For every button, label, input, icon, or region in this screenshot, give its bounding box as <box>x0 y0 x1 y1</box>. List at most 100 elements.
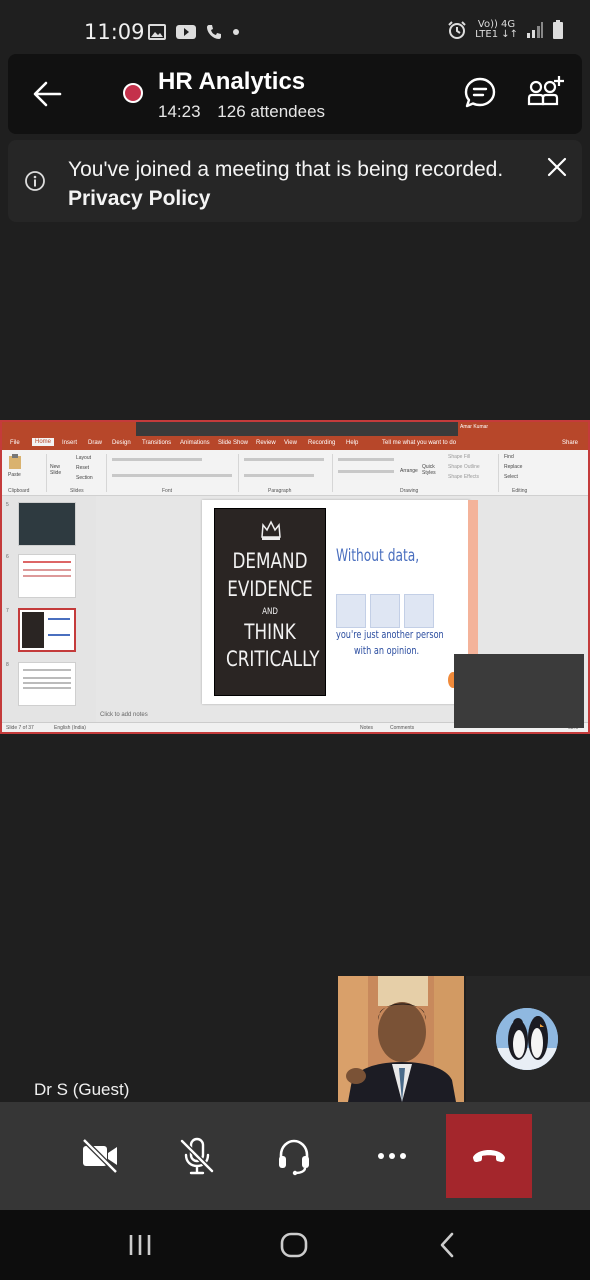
attendee-count: 126 attendees <box>217 102 326 121</box>
ppt-tab-slideshow: Slide Show <box>218 440 249 446</box>
quote-chart-bar <box>370 594 400 628</box>
poster-line-5: CRITICALLY <box>226 647 320 671</box>
ppt-select: Select <box>504 474 518 480</box>
ppt-tab-transitions: Transitions <box>142 440 172 446</box>
status-icons-right: Vo)) 4G LTE1 ↓↑ <box>447 20 564 40</box>
shared-screen[interactable]: Amar Kumar File Home Insert Draw Design … <box>0 420 590 734</box>
thumb-number: 8 <box>6 662 9 668</box>
slide-thumbnail <box>18 554 76 598</box>
meeting-header: HR Analytics 14:23 126 attendees <box>8 54 582 134</box>
banner-message: You've joined a meeting that is being re… <box>68 155 503 213</box>
call-controls <box>0 1102 590 1210</box>
ppt-tab-help: Help <box>346 440 359 446</box>
ppt-tab-draw: Draw <box>88 440 103 446</box>
ppt-section: Section <box>76 475 93 481</box>
back-arrow-icon[interactable] <box>30 76 66 112</box>
network-indicator: Vo)) 4G LTE1 ↓↑ <box>475 20 518 40</box>
ppt-notes-placeholder: Click to add notes <box>100 712 148 718</box>
ppt-tab-review: Review <box>256 440 276 446</box>
meeting-title: HR Analytics <box>158 68 306 95</box>
recent-apps-icon[interactable] <box>125 1230 155 1260</box>
add-participants-icon[interactable] <box>526 74 566 112</box>
participant-video[interactable] <box>338 976 464 1102</box>
ppt-new-slide: New Slide <box>50 464 62 476</box>
hang-up-button[interactable] <box>446 1114 532 1198</box>
info-icon <box>25 171 45 191</box>
status-time: 11:09 <box>84 20 145 44</box>
ppt-slide-thumbnails: 5 6 7 8 <box>2 496 96 722</box>
privacy-policy-link[interactable]: Privacy Policy <box>68 184 503 213</box>
home-icon[interactable] <box>279 1230 309 1260</box>
paragraph-row-2 <box>244 474 314 477</box>
status-bar: 11:09 Vo)) 4G LTE1 ↓↑ <box>0 0 590 56</box>
ppt-layout: Layout <box>76 455 92 461</box>
paragraph-row-1 <box>244 458 324 461</box>
back-icon[interactable] <box>433 1230 463 1260</box>
camera-off-icon[interactable] <box>80 1136 120 1176</box>
status-icons-left <box>148 24 240 40</box>
more-icon[interactable] <box>372 1136 412 1176</box>
ppt-tab-design: Design <box>112 440 131 446</box>
meeting-subtitle: 14:23 126 attendees <box>158 102 337 122</box>
shapes-gallery <box>338 458 394 461</box>
demand-evidence-poster: DEMAND EVIDENCE AND THINK CRITICALLY <box>214 508 326 696</box>
ppt-reset: Reset <box>76 465 90 471</box>
ppt-tab-view: View <box>284 440 297 446</box>
ppt-group-clipboard: Clipboard <box>8 488 30 494</box>
quote-top-text: Without data, <box>336 546 420 566</box>
quote-bottom-text-1: you're just another person <box>336 628 444 641</box>
shapes-gallery <box>338 470 394 473</box>
ppt-tab-recording: Recording <box>308 440 336 446</box>
ppt-slide-counter: Slide 7 of 37 <box>6 725 34 731</box>
poster-line-4: THINK <box>244 620 296 644</box>
ppt-quick-styles: Quick Styles <box>422 464 436 476</box>
ppt-tab-file: File <box>10 440 20 446</box>
ribbon-separator <box>238 454 239 492</box>
ppt-menu-bar: File Home Insert Draw Design Transitions… <box>2 436 588 450</box>
penguin-avatar-icon <box>496 1008 558 1070</box>
dot-icon <box>233 29 239 35</box>
font-name-box <box>112 458 202 461</box>
thumb-number: 7 <box>6 608 9 614</box>
participant-avatar-tile[interactable] <box>466 976 590 1102</box>
ppt-shape-outline: Shape Outline <box>448 464 480 470</box>
guest-name-label: Dr S (Guest) <box>34 1080 130 1099</box>
ppt-find: Find <box>504 454 514 460</box>
ppt-shape-fill: Shape Fill <box>448 454 471 460</box>
chat-icon[interactable] <box>463 76 497 110</box>
ppt-user-name: Amar Kumar <box>460 424 489 430</box>
network-line-2: LTE1 ↓↑ <box>475 29 518 40</box>
ppt-shape-effects: Shape Effects <box>448 474 480 480</box>
ribbon-separator <box>498 454 499 492</box>
avatar <box>496 1008 558 1070</box>
ppt-tab-insert: Insert <box>62 440 78 446</box>
current-slide: DEMAND EVIDENCE AND THINK CRITICALLY Wit… <box>202 500 470 704</box>
slide-thumbnail <box>18 662 76 706</box>
ppt-share: Share <box>562 440 579 446</box>
data-quote-image: Without data, you're just another person… <box>330 508 466 666</box>
banner-message-text: You've joined a meeting that is being re… <box>68 158 504 181</box>
ppt-replace: Replace <box>504 464 523 470</box>
participant-video-frame <box>338 976 464 1102</box>
alarm-icon <box>448 21 466 39</box>
quote-chart-bar <box>336 594 366 628</box>
font-format-row <box>112 474 232 477</box>
recording-indicator <box>123 83 143 103</box>
gallery-icon <box>148 24 166 40</box>
crown-icon <box>261 520 281 540</box>
ppt-notes-toggle: Notes <box>360 725 374 731</box>
poster-line-1: DEMAND <box>232 549 308 573</box>
ppt-group-paragraph: Paragraph <box>268 488 292 494</box>
poster-line-2: EVIDENCE <box>227 577 313 601</box>
ppt-comments-toggle: Comments <box>390 725 415 731</box>
ppt-arrange: Arrange <box>400 468 418 474</box>
headset-icon[interactable] <box>274 1136 314 1176</box>
meeting-duration: 14:23 <box>158 102 201 121</box>
ribbon-separator <box>332 454 333 492</box>
phone-icon <box>207 25 221 39</box>
ppt-title-bar: Amar Kumar <box>2 422 588 442</box>
close-icon[interactable] <box>546 156 568 178</box>
ppt-language: English (India) <box>54 725 86 731</box>
ppt-ribbon: Paste New Slide Layout Reset Section Arr… <box>2 450 588 496</box>
mic-off-icon[interactable] <box>177 1136 217 1176</box>
